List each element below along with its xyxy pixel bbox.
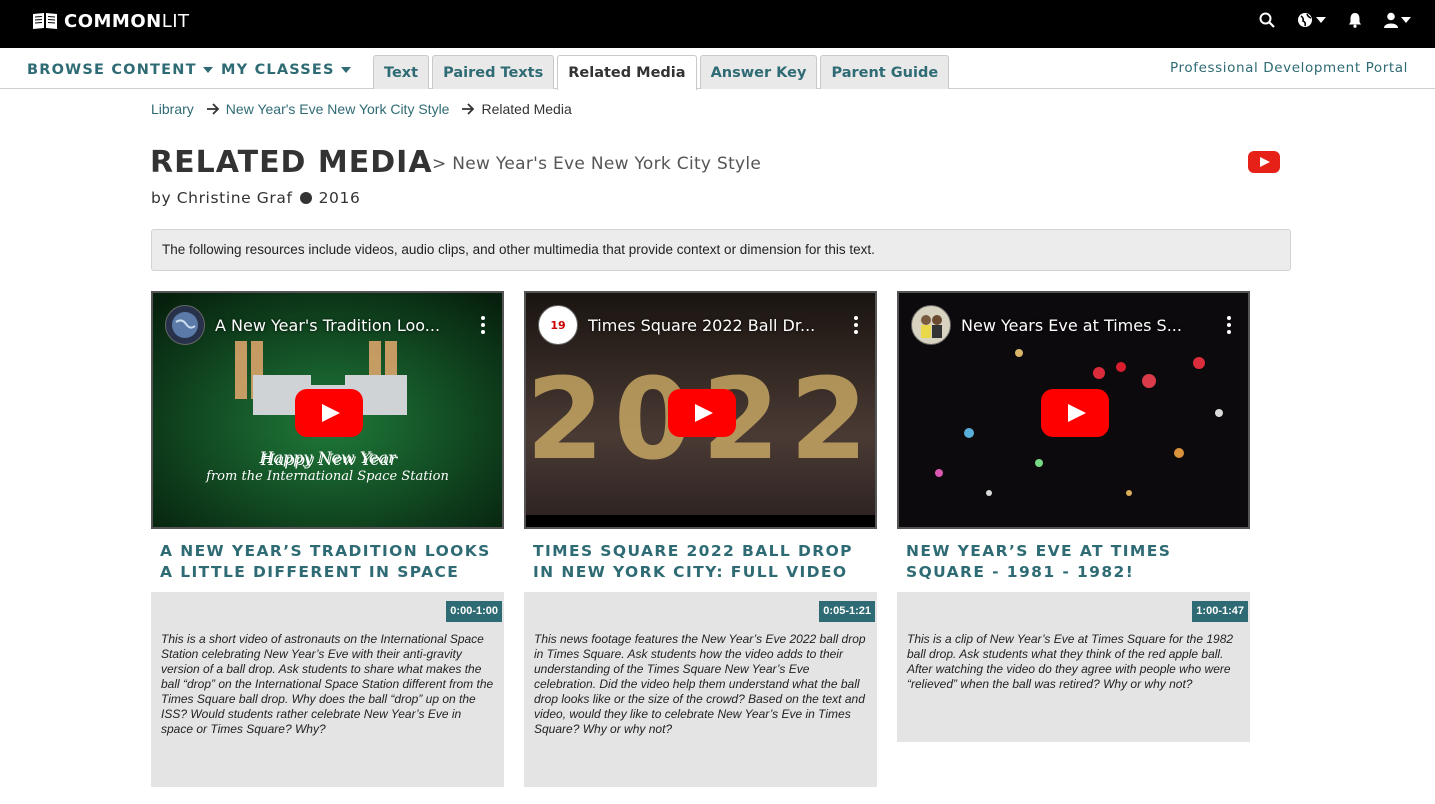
bell-icon [1349, 13, 1361, 28]
earth-icon [172, 312, 198, 338]
time-range-badge: 0:05-1:21 [819, 601, 875, 622]
related-media-intro: The following resources include videos, … [151, 229, 1291, 271]
media-card: New Years Eve at Times S... New Year’s E… [897, 291, 1251, 742]
time-range-badge: 1:00-1:47 [1192, 601, 1248, 622]
media-title[interactable]: New Year’s Eve at Times Square - 1981 - … [897, 541, 1251, 583]
page-title: RELATED MEDIA [150, 145, 433, 180]
page-subtitle: > New Year's Eve New York City Style [432, 154, 762, 174]
my-classes-menu[interactable]: MY CLASSES [221, 62, 351, 78]
more-options-icon[interactable] [849, 316, 863, 334]
media-description: 1:00-1:47 This is a clip of New Year’s E… [897, 592, 1250, 742]
sub-navigation: BROWSE CONTENT MY CLASSES Text Paired Te… [0, 48, 1435, 90]
video-title[interactable]: Times Square 2022 Ball Dr... [588, 316, 841, 335]
media-card: Happy New Year Happy New Year from the I… [151, 291, 505, 787]
arrow-right-icon [462, 103, 475, 115]
search-icon [1259, 12, 1275, 28]
notifications-button[interactable] [1348, 12, 1362, 28]
caret-down-icon [1316, 17, 1326, 23]
description-text: This is a clip of New Year’s Eve at Time… [907, 632, 1234, 691]
caret-down-icon [340, 67, 351, 73]
play-button[interactable] [1041, 389, 1109, 437]
byline: by Christine Graf 2016 [151, 189, 360, 207]
play-button[interactable] [668, 389, 736, 437]
video-embed[interactable]: 2022 19 Times Square 2022 Ball Dr... [524, 291, 877, 529]
video-embed[interactable]: Happy New Year Happy New Year from the I… [151, 291, 504, 529]
publication-year: 2016 [318, 189, 361, 207]
browse-content-menu[interactable]: BROWSE CONTENT [27, 62, 213, 78]
tab-related-media[interactable]: Related Media [557, 55, 697, 90]
logo-text: COMMONLIT [64, 10, 190, 32]
description-text: This news footage features the New Year’… [534, 632, 866, 736]
media-title[interactable]: A New Year’s Tradition Looks a Little Di… [151, 541, 505, 583]
caret-down-icon [1401, 17, 1411, 23]
author: by Christine Graf [151, 189, 293, 207]
professional-development-portal-link[interactable]: Professional Development Portal [1170, 60, 1408, 76]
text-tabs: Text Paired Texts Related Media Answer K… [373, 55, 950, 90]
user-menu-button[interactable] [1384, 12, 1411, 28]
tab-parent-guide[interactable]: Parent Guide [820, 55, 950, 89]
video-embed[interactable]: New Years Eve at Times S... [897, 291, 1250, 529]
breadcrumb: Library New Year's Eve New York City Sty… [151, 101, 572, 117]
separator-dot [299, 192, 312, 204]
globe-icon [1298, 13, 1312, 27]
play-button[interactable] [295, 389, 363, 437]
video-header: 19 Times Square 2022 Ball Dr... [538, 305, 863, 345]
user-icon [1384, 12, 1398, 28]
youtube-icon[interactable] [1248, 151, 1280, 173]
language-menu-button[interactable] [1297, 12, 1326, 28]
caret-down-icon [202, 67, 213, 73]
tab-paired-texts[interactable]: Paired Texts [432, 55, 555, 89]
commonlit-logo[interactable]: COMMONLIT [32, 10, 190, 32]
arrow-right-icon [206, 103, 220, 115]
more-options-icon[interactable] [1222, 316, 1236, 334]
open-book-icon [33, 13, 57, 29]
time-range-badge: 0:00-1:00 [446, 601, 502, 622]
breadcrumb-text-link[interactable]: New Year's Eve New York City Style [226, 101, 450, 117]
search-button[interactable] [1259, 12, 1275, 28]
video-header: New Years Eve at Times S... [911, 305, 1236, 345]
tab-text[interactable]: Text [373, 55, 430, 89]
media-description: 0:00-1:00 This is a short video of astro… [151, 592, 504, 787]
more-options-icon[interactable] [476, 316, 490, 334]
media-card: 2022 19 Times Square 2022 Ball Dr... Tim… [524, 291, 878, 787]
tab-answer-key[interactable]: Answer Key [699, 55, 818, 89]
channel-avatar[interactable]: 19 [538, 305, 578, 345]
breadcrumb-current: Related Media [481, 101, 572, 117]
video-overlay-line-2: from the International Space Station [206, 469, 449, 484]
video-title[interactable]: A New Year's Tradition Loo... [215, 316, 468, 335]
browse-content-label: BROWSE CONTENT [27, 62, 197, 78]
my-classes-label: MY CLASSES [221, 62, 335, 78]
channel-avatar[interactable] [165, 305, 205, 345]
description-text: This is a short video of astronauts on t… [161, 632, 494, 736]
video-title[interactable]: New Years Eve at Times S... [961, 316, 1214, 335]
media-title[interactable]: Times Square 2022 Ball Drop in New York … [524, 541, 878, 583]
channel-avatar[interactable] [911, 305, 951, 345]
top-bar: COMMONLIT [0, 0, 1435, 48]
breadcrumb-library-link[interactable]: Library [151, 101, 194, 117]
video-header: A New Year's Tradition Loo... [165, 305, 490, 345]
people-photo-icon [921, 315, 942, 338]
media-description: 0:05-1:21 This news footage features the… [524, 592, 877, 787]
video-overlay-line-1: Happy New Year [259, 448, 396, 467]
